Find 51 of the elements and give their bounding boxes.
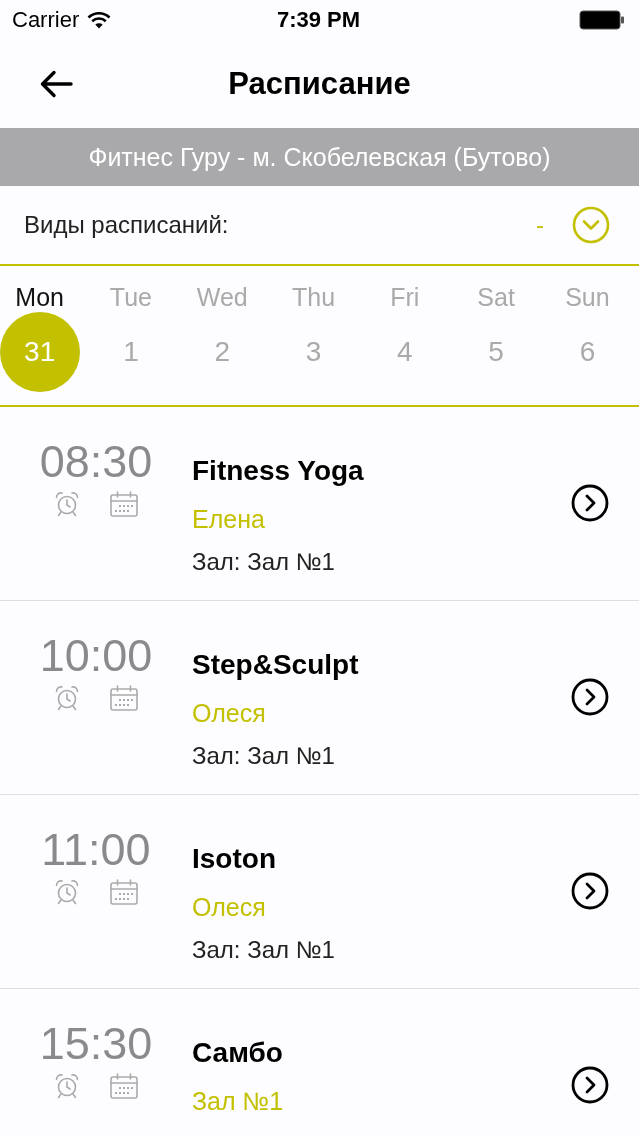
club-banner[interactable]: Фитнес Гуру - м. Скобелевская (Бутово): [0, 128, 639, 186]
weekday-label: Wed: [196, 282, 248, 312]
chevron-right-circle-icon[interactable]: [571, 678, 609, 716]
date-button[interactable]: 2: [182, 312, 263, 392]
status-time: 7:39 PM: [276, 7, 361, 33]
alarm-clock-icon[interactable]: [54, 685, 80, 711]
calendar-icon[interactable]: [110, 879, 138, 905]
class-time: 08:30: [39, 439, 153, 485]
weekday-label: Fri: [390, 282, 420, 312]
class-time: 15:30: [39, 1021, 153, 1067]
chevron-right-circle-icon[interactable]: [571, 1066, 609, 1104]
alarm-clock-icon[interactable]: [54, 879, 80, 905]
weekday-label: Thu: [292, 282, 336, 312]
calendar-icon[interactable]: [110, 491, 138, 517]
class-title: Step&Sculpt: [192, 648, 359, 682]
back-arrow-icon[interactable]: [39, 70, 73, 98]
chevron-down-circle-icon[interactable]: [572, 206, 610, 244]
class-title: Isoton: [192, 842, 276, 876]
date-button[interactable]: 1: [90, 312, 171, 392]
date-button[interactable]: 5: [456, 312, 537, 392]
chevron-right-circle-icon[interactable]: [571, 872, 609, 910]
class-subtitle: Зал №1: [192, 1086, 284, 1116]
weekday-label: Mon: [15, 282, 64, 312]
calendar-icon[interactable]: [110, 1073, 138, 1099]
date-button[interactable]: 4: [364, 312, 445, 392]
battery-icon: [579, 10, 625, 30]
class-title: Fitness Yoga: [192, 454, 364, 488]
carrier-name: Carrier: [12, 7, 80, 33]
class-hall: Зал: Зал №1: [192, 741, 335, 771]
date-button[interactable]: 6: [547, 312, 628, 392]
calendar-icon[interactable]: [110, 685, 138, 711]
weekday-label: Sat: [477, 282, 515, 312]
date-button[interactable]: 31: [0, 312, 80, 392]
date-button[interactable]: 3: [273, 312, 354, 392]
class-time: 10:00: [39, 633, 153, 679]
screen-title: Расписание: [227, 66, 412, 102]
filter-label: Виды расписаний:: [24, 211, 230, 239]
class-hall: Зал: Зал №1: [192, 547, 335, 577]
alarm-clock-icon[interactable]: [54, 1073, 80, 1099]
alarm-clock-icon[interactable]: [54, 491, 80, 517]
wifi-icon: [87, 11, 112, 29]
weekday-label: Tue: [109, 282, 152, 312]
class-hall: Зал: Зал №1: [192, 935, 335, 965]
class-time: 11:00: [41, 827, 151, 873]
weekday-label: Sun: [565, 282, 610, 312]
chevron-right-circle-icon[interactable]: [571, 484, 609, 522]
class-subtitle: Олеся: [192, 892, 266, 922]
filter-value: -: [536, 211, 544, 239]
class-title: Самбо: [192, 1036, 283, 1070]
class-subtitle: Елена: [192, 504, 265, 534]
class-subtitle: Олеся: [192, 698, 266, 728]
